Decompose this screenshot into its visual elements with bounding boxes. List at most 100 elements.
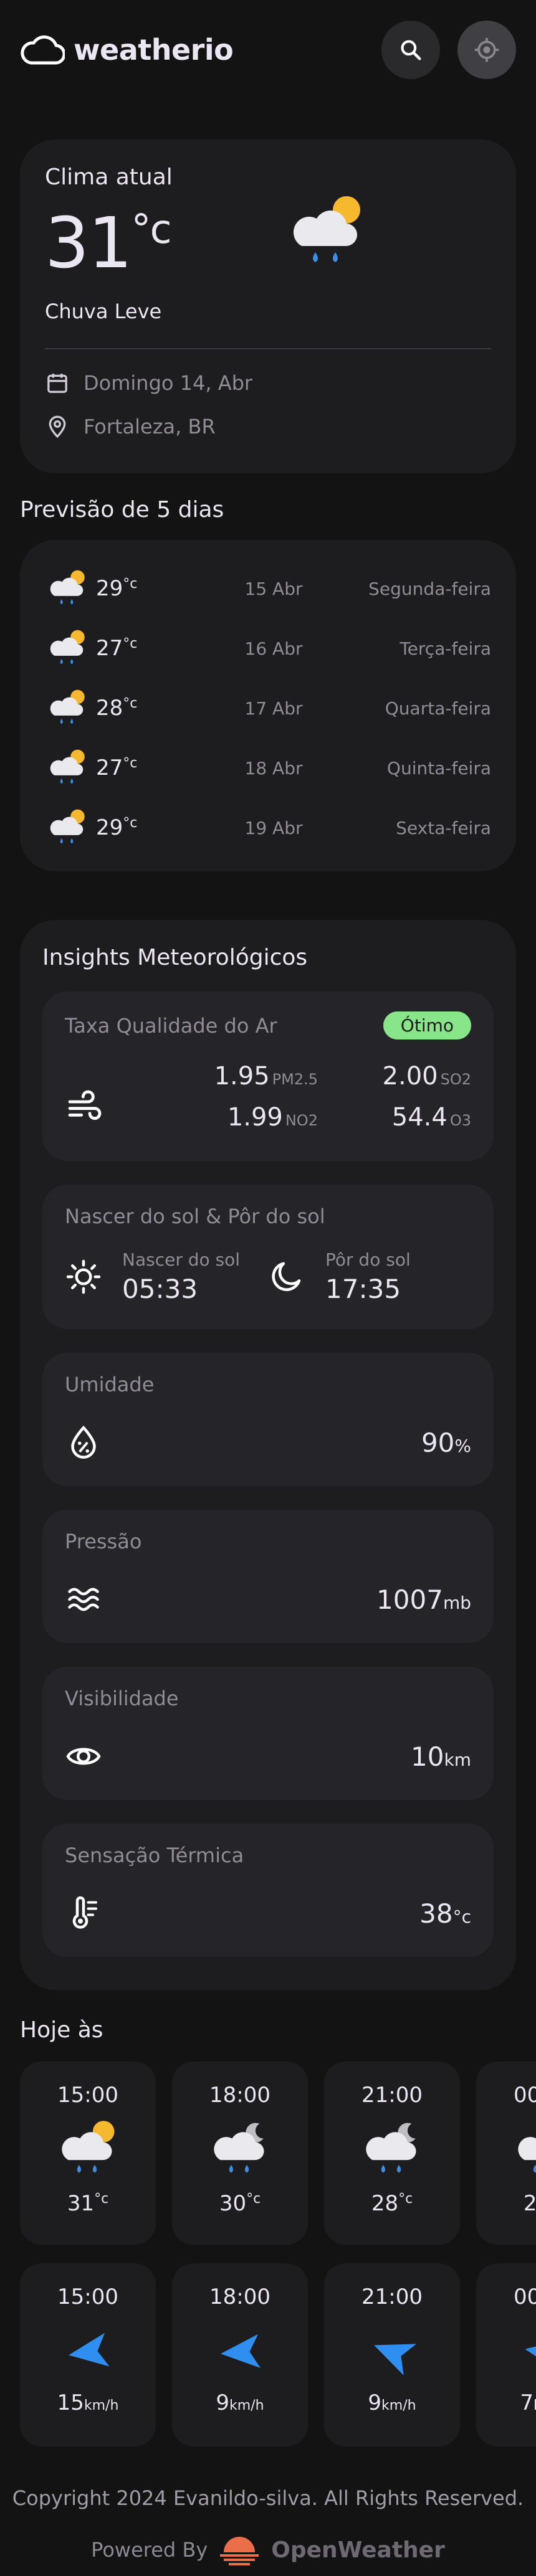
- sunrise-time: 05:33: [122, 1274, 198, 1304]
- current-weather-card: Clima atual 31°c Chuva Leve Domingo 14, …: [20, 140, 516, 473]
- moon-icon: [272, 1262, 301, 1291]
- forecast-row: 29°c 19 Abr Sexta-feira: [45, 798, 491, 858]
- powered-by: Powered By OpenWeather: [0, 2534, 536, 2566]
- search-button[interactable]: [381, 21, 440, 79]
- openweather-logo-icon: [220, 2537, 259, 2565]
- current-location-button[interactable]: [457, 21, 516, 79]
- sunrise-sunset-card: Nascer do sol & Pôr do sol Nascer do sol…: [42, 1185, 494, 1329]
- insights-card: Insights Meteorológicos Taxa Qualidade d…: [20, 920, 516, 1990]
- forecast-temp: 27°c: [96, 636, 138, 661]
- humidity-value: 90%: [421, 1427, 471, 1458]
- powered-by-label: Powered By: [91, 2538, 208, 2562]
- hourly-card: 00:00 27°c: [476, 2062, 536, 2245]
- current-date: Domingo 14, Abr: [84, 371, 253, 395]
- forecast-day: Quarta-feira: [385, 698, 491, 719]
- wind-speed: 9km/h: [368, 2390, 416, 2415]
- insights-title: Insights Meteorológicos: [42, 945, 308, 970]
- wind-icon: [68, 1090, 102, 1120]
- forecast-day: Segunda-feira: [368, 578, 491, 599]
- hourly-card: 21:00 28°c: [324, 2062, 460, 2245]
- light-rain-night-icon: [366, 2123, 416, 2173]
- hour-temp: 31°c: [67, 2191, 109, 2216]
- wind-card: 18:00 9km/h: [172, 2263, 308, 2446]
- wind-direction-icon: [374, 2344, 417, 2375]
- hour-time: 18:00: [209, 2083, 270, 2108]
- hour-time: 15:00: [57, 2083, 118, 2108]
- search-icon: [401, 40, 421, 60]
- forecast-row: 29°c 15 Abr Segunda-feira: [45, 559, 491, 618]
- sunset-block: Pôr do sol 17:35: [268, 1249, 471, 1304]
- wind-direction-icon: [69, 2332, 110, 2367]
- light-rain-icon: [50, 749, 85, 784]
- app-name: weatherio: [74, 33, 234, 67]
- forecast-temp: 29°c: [96, 815, 138, 840]
- visibility-value: 10km: [411, 1741, 471, 1772]
- openweather-link[interactable]: OpenWeather: [271, 2537, 445, 2563]
- today-title: Hoje às: [20, 2017, 103, 2043]
- hour-temp: 28°c: [371, 2191, 413, 2216]
- light-rain-night-icon: [518, 2137, 536, 2173]
- calendar-icon: [47, 374, 67, 393]
- pressure-title: Pressão: [65, 1530, 142, 1553]
- current-weather-title: Clima atual: [45, 164, 173, 190]
- forecast-row: 28°c 17 Abr Quarta-feira: [45, 678, 491, 738]
- forecast-day: Sexta-feira: [396, 817, 491, 838]
- hour-time: 21:00: [361, 2285, 423, 2309]
- my-location-icon: [474, 37, 499, 62]
- current-location-row: Fortaleza, BR: [45, 414, 491, 439]
- light-rain-icon: [50, 689, 85, 724]
- footer: Copyright 2024 Evanildo-silva. All Right…: [0, 2486, 536, 2566]
- hourly-temperature-list[interactable]: 15:00 31°c 18:00 30°c 21:00 28°c 00:00 2…: [20, 2062, 536, 2245]
- forecast-title: Previsão de 5 dias: [20, 497, 224, 523]
- hour-time: 15:00: [57, 2285, 118, 2309]
- wind-direction-icon: [220, 2334, 261, 2368]
- sunrise-label: Nascer do sol: [122, 1249, 241, 1270]
- current-location: Fortaleza, BR: [84, 415, 216, 438]
- thermometer-icon: [72, 1896, 97, 1929]
- sunset-time: 17:35: [325, 1274, 401, 1304]
- feels-like-title: Sensação Térmica: [65, 1844, 244, 1867]
- forecast-row: 27°c 16 Abr Terça-feira: [45, 618, 491, 678]
- pressure-value: 1007mb: [376, 1584, 471, 1615]
- waves-icon: [68, 1588, 99, 1611]
- wind-card: 15:00 15km/h: [20, 2263, 156, 2446]
- location-pin-icon: [49, 415, 66, 438]
- light-rain-icon: [50, 570, 85, 605]
- hour-temp: 30°c: [219, 2191, 261, 2216]
- light-rain-icon: [50, 809, 85, 844]
- pm25-value: 1.95 PM2.5: [214, 1062, 318, 1091]
- light-rain-night-icon: [214, 2123, 264, 2173]
- visibility-card: Visibilidade 10km: [42, 1667, 494, 1800]
- so2-value: 2.00 SO2: [382, 1062, 471, 1091]
- app-header: weatherio: [0, 0, 536, 100]
- humidity-drop-icon: [71, 1425, 96, 1459]
- hour-temp: 27°c: [523, 2191, 536, 2216]
- light-rain-day-icon: [62, 2121, 115, 2173]
- forecast-temp: 29°c: [96, 576, 138, 601]
- feels-like-card: Sensação Térmica 38°c: [42, 1824, 494, 1957]
- hour-time: 21:00: [361, 2083, 423, 2108]
- cloud-logo-icon: [21, 35, 65, 65]
- wind-speed: 9km/h: [216, 2390, 264, 2415]
- forecast-card: 29°c 15 Abr Segunda-feira 27°c 16 Abr Te…: [20, 540, 516, 871]
- app-logo[interactable]: weatherio: [20, 33, 234, 67]
- pressure-card: Pressão 1007mb: [42, 1510, 494, 1643]
- forecast-date: 17 Abr: [244, 698, 303, 719]
- hour-time: 00:00: [514, 2083, 536, 2108]
- visibility-title: Visibilidade: [65, 1687, 179, 1710]
- hourly-card: 18:00 30°c: [172, 2062, 308, 2245]
- sunrise-block: Nascer do sol 05:33: [65, 1249, 268, 1304]
- humidity-title: Umidade: [65, 1373, 155, 1396]
- o3-value: 54.4 O3: [391, 1103, 471, 1132]
- air-quality-card: Taxa Qualidade do Ar Ótimo 1.95 PM2.5 2.0…: [42, 992, 494, 1161]
- forecast-temp: 27°c: [96, 755, 138, 780]
- forecast-date: 16 Abr: [244, 638, 303, 659]
- forecast-date: 15 Abr: [244, 578, 303, 599]
- forecast-day: Terça-feira: [400, 638, 491, 659]
- hourly-wind-list[interactable]: 15:00 15km/h 18:00 9km/h 21:00 9km/h 00:…: [20, 2263, 536, 2446]
- no2-value: 1.99 NO2: [227, 1103, 318, 1132]
- humidity-card: Umidade 90%: [42, 1353, 494, 1486]
- divider: [45, 348, 491, 349]
- feels-like-value: 38°c: [419, 1898, 471, 1929]
- copyright-text: Copyright 2024 Evanildo-silva. All Right…: [12, 2486, 524, 2510]
